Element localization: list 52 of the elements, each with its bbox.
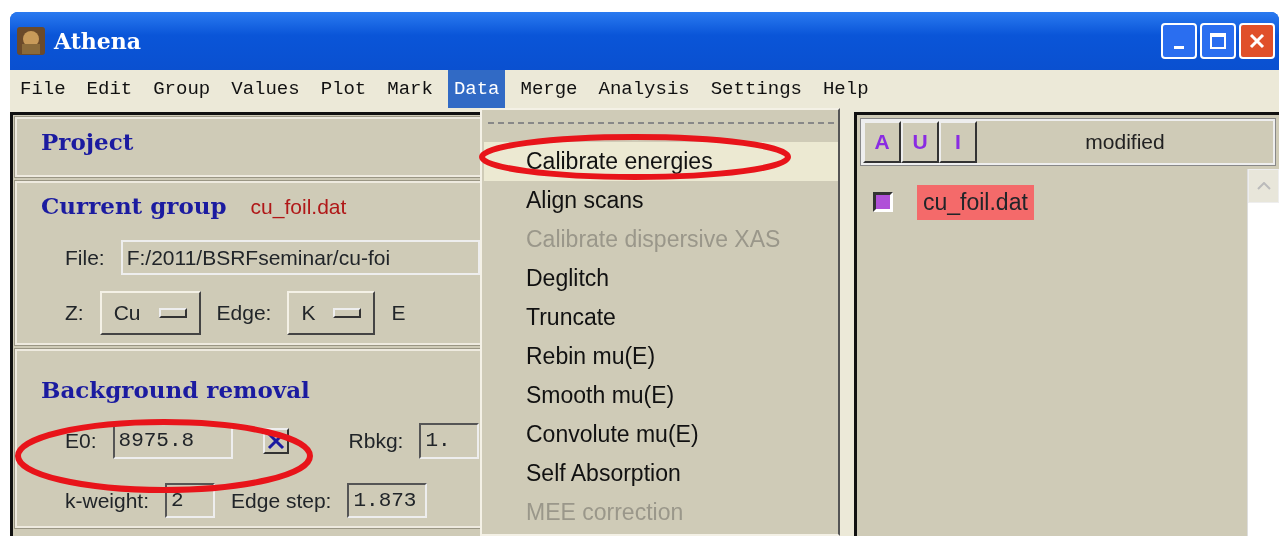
minimize-icon xyxy=(1174,45,1184,49)
group-button[interactable]: A xyxy=(863,121,901,163)
field-label: Z: xyxy=(65,300,84,326)
app-icon xyxy=(16,26,46,56)
menu-item[interactable]: Mark xyxy=(381,70,439,108)
menu-item[interactable]: Plot xyxy=(314,70,373,108)
close-icon xyxy=(1248,32,1266,50)
section-title: Current group xyxy=(41,191,227,221)
field-label: E0: xyxy=(65,428,97,454)
menu-item[interactable]: File xyxy=(14,70,72,108)
element-dropdown[interactable]: Cu xyxy=(99,291,201,335)
group-button[interactable]: U xyxy=(901,121,939,163)
menu-item[interactable]: Smooth mu(E) xyxy=(484,376,838,415)
close-button[interactable] xyxy=(1239,23,1275,59)
menu-item[interactable]: Group xyxy=(147,70,217,108)
field-label: Edge: xyxy=(216,300,272,326)
field-label: File: xyxy=(65,244,105,271)
rbkg-field[interactable]: 1. xyxy=(419,423,480,459)
section-title: Project xyxy=(41,128,134,155)
menu-item[interactable]: Convolute mu(E) xyxy=(484,415,838,454)
edge-step-field[interactable]: 1.873 xyxy=(347,482,428,518)
maximize-button[interactable] xyxy=(1200,23,1236,59)
group-button[interactable]: I xyxy=(939,121,977,163)
element-dropdown[interactable]: K xyxy=(287,291,376,335)
menu-item[interactable]: Merge xyxy=(514,70,584,108)
mark-checkbox[interactable] xyxy=(873,192,893,213)
dropdown-indicator-icon xyxy=(158,307,187,318)
column-header: modified xyxy=(1084,129,1166,156)
menu-item[interactable]: Settings xyxy=(704,70,808,108)
menu-item[interactable]: Align scans xyxy=(484,181,838,220)
field-label: Rbkg: xyxy=(348,428,404,454)
menu-item[interactable]: Analysis xyxy=(592,70,696,108)
menu-item[interactable]: Truncate xyxy=(484,298,838,337)
group-name: cu_foil.dat xyxy=(250,193,347,221)
caret-up-icon xyxy=(1256,182,1271,190)
field-label: E xyxy=(391,300,406,326)
menu-item[interactable]: Help xyxy=(816,70,875,108)
menu-item[interactable]: Edit xyxy=(80,70,139,108)
group-list-item[interactable]: cu_foil.dat xyxy=(917,185,1034,220)
file-field[interactable]: F:/2011/BSRFseminar/cu-foi xyxy=(120,239,480,275)
menu-item[interactable]: Self Absorption xyxy=(484,454,838,493)
maximize-icon xyxy=(1209,32,1227,50)
menu-item[interactable]: Data xyxy=(447,70,506,108)
section-title: Background removal xyxy=(41,374,311,405)
menu-item[interactable]: Values xyxy=(225,70,306,108)
field-label: k-weight: xyxy=(65,487,150,514)
minimize-button[interactable] xyxy=(1161,23,1197,59)
field-label: Edge step: xyxy=(231,487,332,514)
window-title: Athena xyxy=(54,26,142,56)
dropdown-indicator-icon xyxy=(333,307,362,318)
menu-item[interactable]: Rebin mu(E) xyxy=(484,337,838,376)
menu-item[interactable]: Deglitch xyxy=(484,259,838,298)
